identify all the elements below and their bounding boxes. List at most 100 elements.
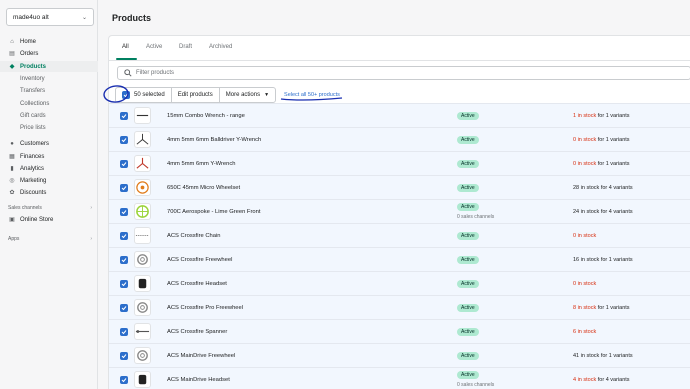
check-icon bbox=[121, 377, 127, 382]
inventory-cell: 41 in stock for 1 variants bbox=[573, 353, 633, 359]
store-name: made4uo alt bbox=[13, 13, 49, 21]
product-name[interactable]: 15mm Combo Wrench - range bbox=[167, 113, 245, 119]
stock-count: 0 in stock bbox=[573, 136, 597, 143]
sidebar-item-analytics[interactable]: ▮ Analytics bbox=[0, 163, 98, 174]
table-row[interactable]: 700C Aerospoke - Lime Green Front Active 0… bbox=[109, 199, 690, 223]
row-checkbox[interactable] bbox=[120, 375, 128, 384]
check-icon bbox=[121, 305, 127, 310]
row-checkbox[interactable] bbox=[120, 207, 128, 216]
marketing-icon: ◎ bbox=[9, 178, 15, 184]
sidebar-item-orders[interactable]: ▤ Orders bbox=[0, 48, 98, 59]
stock-count: 4 in stock bbox=[573, 376, 597, 383]
product-name[interactable]: 4mm 5mm 6mm Balldriver Y-Wrench bbox=[167, 137, 261, 143]
table-row[interactable]: ACS Crossfire Spanner Active 6 in stock bbox=[109, 319, 690, 343]
row-checkbox[interactable] bbox=[120, 231, 128, 240]
row-checkbox[interactable] bbox=[120, 135, 128, 144]
product-name[interactable]: 650C 45mm Micro Wheelset bbox=[167, 185, 240, 191]
sidebar-item-label: Discounts bbox=[20, 189, 47, 196]
select-all-link[interactable]: Select all 50+ products bbox=[284, 92, 340, 98]
sidebar-item-inventory[interactable]: Inventory bbox=[0, 73, 98, 84]
sales-channels-heading[interactable]: Sales channels › bbox=[0, 202, 98, 213]
status-badge: Active bbox=[457, 203, 479, 211]
tab-archived[interactable]: Archived bbox=[209, 44, 232, 50]
product-name[interactable]: ACS Crossfire Pro Freewheel bbox=[167, 305, 243, 311]
more-actions-label: More actions bbox=[225, 92, 261, 98]
stock-count: 24 in stock for 4 variants bbox=[573, 208, 633, 215]
check-icon bbox=[123, 93, 129, 98]
search-icon bbox=[124, 69, 132, 77]
sidebar-item-customers[interactable]: ● Customers bbox=[0, 138, 98, 149]
sidebar-item-label: Home bbox=[20, 38, 37, 45]
search-input[interactable]: Filter products bbox=[117, 66, 690, 80]
sidebar-item-marketing[interactable]: ◎ Marketing bbox=[0, 175, 98, 186]
orders-icon: ▤ bbox=[9, 51, 15, 57]
app-root: made4uo alt ⌄ ⌂ Home ▤ Orders ◆ Products Inven… bbox=[0, 0, 690, 389]
sidebar-item-collections[interactable]: Collections bbox=[0, 98, 98, 109]
product-name[interactable]: ACS MainDrive Headset bbox=[167, 377, 230, 383]
table-row[interactable]: ACS Crossfire Headset Active 0 in stock bbox=[109, 271, 690, 295]
inventory-cell: 6 in stock bbox=[573, 329, 596, 335]
sidebar-item-label: Finances bbox=[20, 153, 45, 160]
edit-products-button[interactable]: Edit products bbox=[172, 88, 220, 102]
row-checkbox[interactable] bbox=[120, 327, 128, 336]
table-row[interactable]: 15mm Combo Wrench - range Active 1 in stoc… bbox=[109, 103, 690, 127]
wheelset-icon bbox=[134, 179, 151, 196]
product-name[interactable]: 700C Aerospoke - Lime Green Front bbox=[167, 209, 260, 215]
product-name[interactable]: ACS MainDrive Freewheel bbox=[167, 353, 235, 359]
table-row[interactable]: 650C 45mm Micro Wheelset Active 28 in stoc… bbox=[109, 175, 690, 199]
store-icon: ▣ bbox=[9, 217, 15, 223]
sidebar-item-products[interactable]: ◆ Products bbox=[0, 61, 98, 72]
sidebar-item-transfers[interactable]: Transfers bbox=[0, 85, 98, 96]
more-actions-button[interactable]: More actions ▼ bbox=[220, 88, 275, 102]
check-icon bbox=[121, 161, 127, 166]
product-name[interactable]: ACS Crossfire Freewheel bbox=[167, 257, 232, 263]
table-row[interactable]: ACS MainDrive Headset Active 0 sales chann… bbox=[109, 367, 690, 389]
tab-active[interactable]: Active bbox=[146, 44, 162, 50]
product-name[interactable]: ACS Crossfire Headset bbox=[167, 281, 227, 287]
table-row[interactable]: ACS Crossfire Chain Active 0 in stock bbox=[109, 223, 690, 247]
check-icon bbox=[121, 113, 127, 118]
wrench-icon bbox=[134, 107, 151, 124]
row-checkbox[interactable] bbox=[120, 159, 128, 168]
table-row[interactable]: 4mm 5mm 6mm Balldriver Y-Wrench Active 0 i… bbox=[109, 127, 690, 151]
chevron-right-icon: › bbox=[90, 204, 92, 211]
wheel-icon bbox=[134, 203, 151, 220]
table-row[interactable]: 4mm 5mm 6mm Y-Wrench Active 0 in stock for… bbox=[109, 151, 690, 175]
table-row[interactable]: ACS MainDrive Freewheel Active 41 in stock… bbox=[109, 343, 690, 367]
row-checkbox[interactable] bbox=[120, 279, 128, 288]
product-name[interactable]: 4mm 5mm 6mm Y-Wrench bbox=[167, 161, 236, 167]
select-toggle[interactable]: 50 selected bbox=[116, 88, 172, 102]
inventory-cell: 28 in stock for 4 variants bbox=[573, 185, 633, 191]
apps-heading[interactable]: Apps › bbox=[0, 233, 98, 244]
sidebar-item-gift-cards[interactable]: Gift cards bbox=[0, 110, 98, 121]
row-checkbox[interactable] bbox=[120, 255, 128, 264]
sales-channels-label: Sales channels bbox=[8, 204, 42, 211]
inventory-cell: 0 in stock for 1 variants bbox=[573, 161, 630, 167]
sidebar-item-finances[interactable]: ▦ Finances bbox=[0, 151, 98, 162]
inventory-cell: 0 in stock bbox=[573, 233, 596, 239]
tab-all[interactable]: All bbox=[122, 44, 129, 50]
select-all-checkbox[interactable] bbox=[122, 91, 130, 99]
row-checkbox[interactable] bbox=[120, 183, 128, 192]
product-name[interactable]: ACS Crossfire Spanner bbox=[167, 329, 227, 335]
status-badge: Active bbox=[457, 184, 479, 192]
table-row[interactable]: ACS Crossfire Freewheel Active 16 in stock… bbox=[109, 247, 690, 271]
sidebar-item-home[interactable]: ⌂ Home bbox=[0, 36, 98, 47]
bulk-actions-group: 50 selected Edit products More actions ▼ bbox=[115, 87, 277, 103]
sidebar-item-online-store[interactable]: ▣ Online Store bbox=[0, 214, 98, 225]
product-name[interactable]: ACS Crossfire Chain bbox=[167, 233, 220, 239]
row-checkbox[interactable] bbox=[120, 351, 128, 360]
store-selector[interactable]: made4uo alt ⌄ bbox=[6, 8, 94, 26]
table-row[interactable]: ACS Crossfire Pro Freewheel Active 8 in st… bbox=[109, 295, 690, 319]
row-checkbox[interactable] bbox=[120, 111, 128, 120]
sidebar: made4uo alt ⌄ ⌂ Home ▤ Orders ◆ Products Inven… bbox=[0, 0, 98, 389]
sidebar-item-discounts[interactable]: ✿ Discounts bbox=[0, 187, 98, 198]
stock-count: 0 in stock bbox=[573, 232, 597, 239]
selected-count: 50 selected bbox=[134, 92, 165, 98]
variant-count: for 1 variants bbox=[596, 112, 630, 119]
discounts-icon: ✿ bbox=[9, 190, 15, 196]
status-badge: Active bbox=[457, 256, 479, 264]
row-checkbox[interactable] bbox=[120, 303, 128, 312]
sidebar-item-price-lists[interactable]: Price lists bbox=[0, 122, 98, 133]
tab-draft[interactable]: Draft bbox=[179, 44, 192, 50]
